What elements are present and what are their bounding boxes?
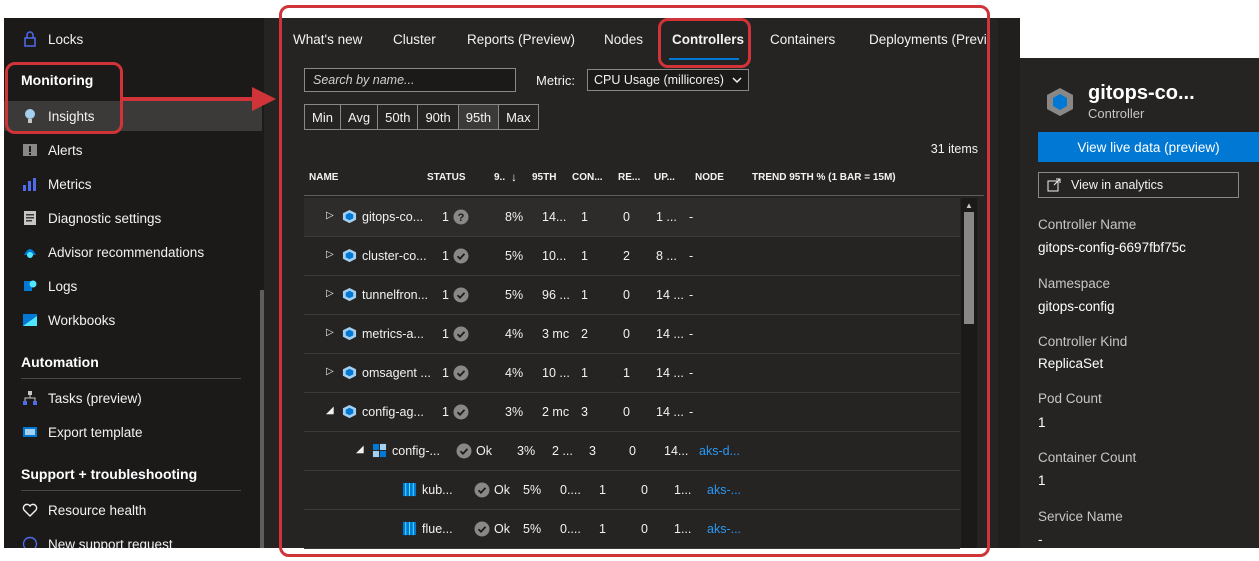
field-label: Namespace <box>1038 276 1111 291</box>
logs-icon <box>22 278 38 294</box>
field-value: 1 <box>1038 415 1046 430</box>
section-automation: Automation <box>21 354 99 370</box>
sidebar-item-tasks[interactable]: Tasks (preview) <box>4 383 262 413</box>
sidebar-item-logs[interactable]: Logs <box>4 271 262 301</box>
sidebar-item-label: New support request <box>48 536 173 549</box>
field-value: gitops-config <box>1038 299 1115 314</box>
sidebar-item-workbooks[interactable]: Workbooks <box>4 305 262 335</box>
diagnostic-icon <box>22 210 38 226</box>
annotation-arrow <box>122 87 276 111</box>
tasks-icon <box>22 390 38 406</box>
metrics-icon <box>22 176 38 192</box>
external-link-icon <box>1047 178 1061 192</box>
sidebar-item-metrics[interactable]: Metrics <box>4 169 262 199</box>
divider <box>21 378 241 379</box>
sidebar-item-label: Alerts <box>48 142 83 158</box>
heart-icon <box>22 502 38 518</box>
section-support: Support + troubleshooting <box>21 466 198 482</box>
panel-subtitle: Controller <box>1088 106 1145 121</box>
sidebar-item-advisor-recommendations[interactable]: Advisor recommendations <box>4 237 262 267</box>
view-in-analytics-button[interactable]: View in analytics <box>1038 172 1239 198</box>
panel-title: gitops-co... <box>1088 82 1195 104</box>
view-live-data-button[interactable]: View live data (preview) <box>1038 132 1259 162</box>
field-label: Container Count <box>1038 450 1137 465</box>
annotation-highlight-monitoring <box>5 62 123 134</box>
field-value: gitops-config-6697fbf75c <box>1038 240 1186 255</box>
sidebar-item-export-template[interactable]: Export template <box>4 417 262 447</box>
sidebar-item-locks[interactable]: Locks <box>4 24 262 54</box>
sidebar-item-label: Tasks (preview) <box>48 390 142 406</box>
field-label: Pod Count <box>1038 391 1102 406</box>
sidebar-item-label: Export template <box>48 424 143 440</box>
sidebar-item-alerts[interactable]: Alerts <box>4 135 262 165</box>
divider <box>21 490 241 491</box>
field-value: - <box>1038 532 1043 547</box>
controller-icon <box>1044 86 1076 118</box>
field-value: 1 <box>1038 473 1046 488</box>
sidebar-item-new-support-request[interactable]: New support request <box>4 529 262 548</box>
sidebar-item-resource-health[interactable]: Resource health <box>4 495 262 525</box>
sidebar-item-diagnostic-settings[interactable]: Diagnostic settings <box>4 203 262 233</box>
sidebar-item-label: Locks <box>48 31 84 47</box>
workbooks-icon <box>22 312 38 328</box>
annotation-highlight-controllers-tab <box>658 18 751 68</box>
sidebar-item-label: Resource health <box>48 502 147 518</box>
export-icon <box>22 424 38 440</box>
analytics-label: View in analytics <box>1071 178 1164 192</box>
field-label: Service Name <box>1038 509 1123 524</box>
sidebar-item-label: Diagnostic settings <box>48 210 162 226</box>
panel-gutter <box>998 18 1020 548</box>
sidebar-item-label: Advisor recommendations <box>48 244 205 260</box>
field-value: ReplicaSet <box>1038 356 1104 371</box>
field-label: Controller Name <box>1038 217 1137 232</box>
alert-icon <box>22 142 38 158</box>
annotation-highlight-insights-pane <box>279 5 990 557</box>
sidebar-item-label: Metrics <box>48 176 92 192</box>
advisor-icon <box>22 244 38 260</box>
field-label: Controller Kind <box>1038 334 1128 349</box>
support-icon <box>22 536 38 548</box>
lock-icon <box>22 31 38 47</box>
sidebar-item-label: Workbooks <box>48 312 116 328</box>
sidebar-item-label: Logs <box>48 278 78 294</box>
